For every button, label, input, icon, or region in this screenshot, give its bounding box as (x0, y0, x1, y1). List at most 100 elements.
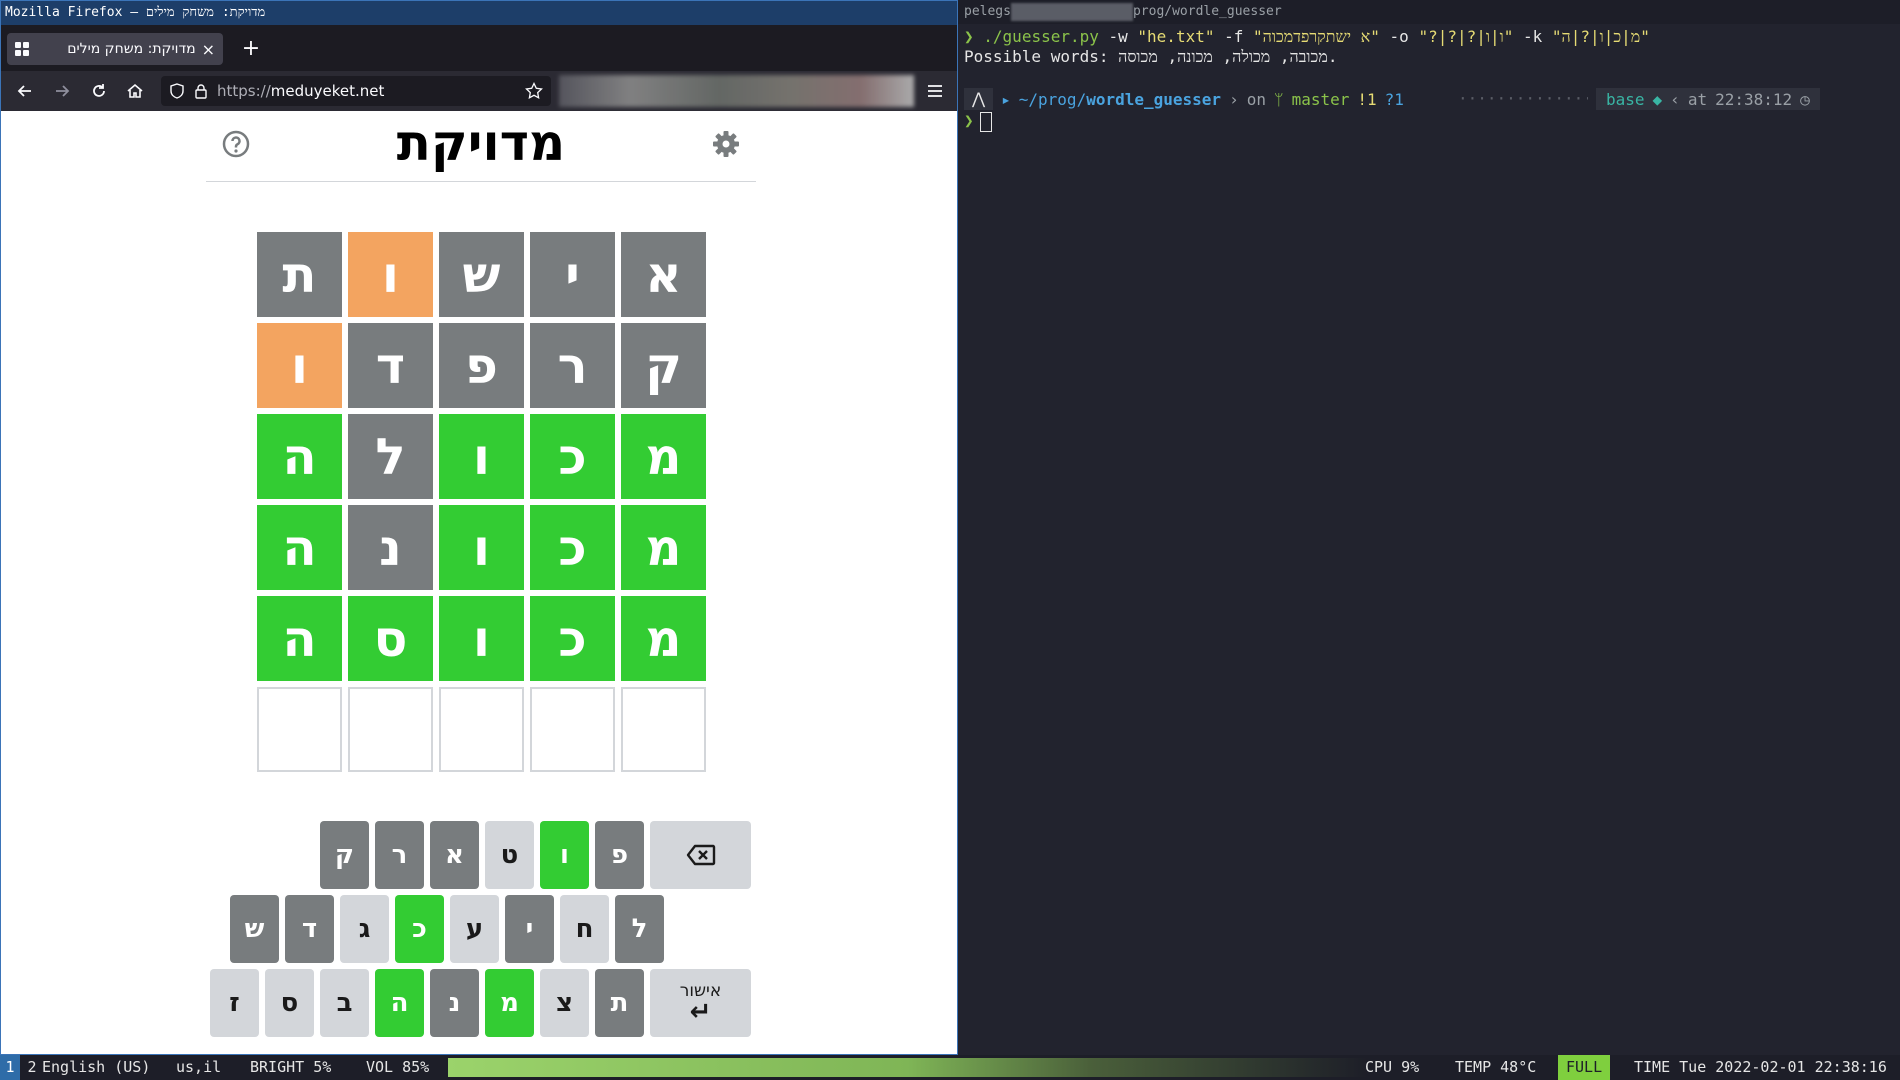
tile: ה (257, 414, 342, 499)
url-host: meduyeket.net (270, 82, 385, 100)
letter-key[interactable]: י (505, 895, 554, 963)
powerline-separator-icon: › (1229, 89, 1239, 109)
prompt-symbol: ❯ (964, 27, 974, 46)
letter-key[interactable]: ת (595, 969, 644, 1037)
letter-key[interactable]: ו (540, 821, 589, 889)
tile: ו (439, 414, 524, 499)
tile: ו (439, 505, 524, 590)
board-row: קרפדו (256, 323, 706, 408)
arg-wordlist: "he.txt" (1137, 27, 1215, 46)
back-button[interactable] (11, 77, 39, 105)
forward-button[interactable] (48, 77, 76, 105)
board-row: אישות (256, 232, 706, 317)
powerline-filler: ·················· (1458, 89, 1588, 108)
letter-key[interactable]: ק (320, 821, 369, 889)
new-tab-button[interactable]: + (237, 35, 265, 63)
tile: מ (621, 505, 706, 590)
terminal-title-suffix: prog/wordle_guesser (1132, 4, 1282, 19)
enter-arrow-icon: ↵ (689, 997, 712, 1027)
tile (439, 687, 524, 772)
letter-key[interactable]: ז (210, 969, 259, 1037)
browser-tab[interactable]: מדויקת: משחק מילים × (7, 33, 223, 65)
tile: ד (348, 323, 433, 408)
git-branch-icon: ᛘ (1273, 89, 1284, 109)
path-home: ~/prog/ (1018, 89, 1087, 109)
close-tab-icon[interactable]: × (202, 40, 215, 59)
battery-status: FULL (1558, 1055, 1611, 1080)
letter-key[interactable]: ה (375, 969, 424, 1037)
git-untracked: ?1 (1384, 89, 1404, 109)
gear-icon (713, 131, 739, 157)
backspace-key[interactable] (650, 821, 751, 889)
tile: כ (530, 414, 615, 499)
url-bar[interactable]: https://meduyeket.net (161, 76, 551, 106)
prompt-symbol: ❯ (964, 111, 974, 130)
url-scheme: https:// (217, 82, 271, 100)
tile (621, 687, 706, 772)
letter-key[interactable]: ל (615, 895, 664, 963)
letter-key[interactable]: ש (230, 895, 279, 963)
input-line[interactable]: ❯ (964, 111, 992, 132)
workspace-2[interactable]: 2 (22, 1055, 42, 1080)
clock-icon: ◷ (1800, 89, 1810, 109)
tile: ש (439, 232, 524, 317)
app-menu-button[interactable] (921, 77, 949, 105)
board-row (256, 687, 706, 772)
letter-key[interactable]: ד (285, 895, 334, 963)
bookmark-star-icon[interactable] (525, 82, 543, 100)
brightness: BRIGHT 5% (250, 1058, 332, 1076)
tile (348, 687, 433, 772)
terminal-window[interactable]: pelegs prog/wordle_guesser ❯ ./guesser.py… (958, 0, 1900, 1055)
enter-key[interactable]: אישור ↵ (650, 969, 751, 1037)
site-favicon-icon (15, 42, 29, 56)
home-icon (127, 83, 143, 98)
clock: TIME Tue 2022-02-01 22:38:16 (1634, 1058, 1887, 1076)
tile: ו (257, 323, 342, 408)
command-args: -k (1513, 27, 1552, 46)
tile: מ (621, 596, 706, 681)
command-args: -o (1379, 27, 1419, 46)
letter-key[interactable]: נ (430, 969, 479, 1037)
letter-key[interactable]: ג (340, 895, 389, 963)
board-row: מכוסה (256, 596, 706, 681)
window-title: Mozilla Firefox — מדויקת: משחק מילים (1, 1, 957, 25)
arg-forbidden: "א ישתקרפדמכוה" (1253, 27, 1380, 46)
reload-button[interactable] (85, 77, 113, 105)
keyboard-row: לחיעכגדש (230, 895, 664, 963)
volume: VOL 85% (366, 1058, 430, 1076)
terminal-title: pelegs prog/wordle_guesser (958, 0, 1900, 24)
letter-key[interactable]: ע (450, 895, 499, 963)
extensions-toolbar-blurred (559, 75, 914, 107)
letter-key[interactable]: כ (395, 895, 444, 963)
game-board: אישותקרפדומכולהמכונהמכוסה (256, 232, 706, 778)
letter-key[interactable]: ט (485, 821, 534, 889)
home-button[interactable] (121, 77, 149, 105)
shield-icon (170, 83, 184, 99)
letter-key[interactable]: צ (540, 969, 589, 1037)
on-label: on (1246, 89, 1266, 109)
tile: כ (530, 505, 615, 590)
game-page: מדויקת א י ש ו ת ק ר פ ד ו מ כ ו ל ה מ כ… (1, 111, 957, 1054)
prompt-time: 22:38:12 (1715, 89, 1793, 109)
powerline-separator-icon: ‹ (1670, 89, 1680, 109)
tile: כ (530, 596, 615, 681)
letter-key[interactable]: ר (375, 821, 424, 889)
command-output: Possible words: מכובה, מכולה, מכונה, מכו… (964, 47, 1338, 66)
letter-key[interactable]: פ (595, 821, 644, 889)
powerline-left: ⋀ ▸ ~/prog/wordle_guesser › on ᛘ master … (964, 88, 1404, 110)
letter-key[interactable]: א (430, 821, 479, 889)
letter-key[interactable]: מ (485, 969, 534, 1037)
letter-key[interactable]: ס (265, 969, 314, 1037)
tab-title: מדויקת: משחק מילים (67, 41, 196, 57)
letter-key[interactable]: ח (560, 895, 609, 963)
hamburger-menu-icon (928, 85, 942, 97)
git-branch: master (1291, 89, 1350, 109)
letter-key[interactable]: ב (320, 969, 369, 1037)
game-title: מדויקת (396, 114, 566, 172)
reload-icon (93, 84, 105, 97)
command-line: ❯ ./guesser.py -w "he.txt" -f "א ישתקרפד… (964, 27, 1650, 47)
tile: ס (348, 596, 433, 681)
settings-button[interactable] (711, 129, 741, 159)
redacted-hostname (1010, 2, 1133, 21)
workspace-1[interactable]: 1 (0, 1055, 20, 1080)
